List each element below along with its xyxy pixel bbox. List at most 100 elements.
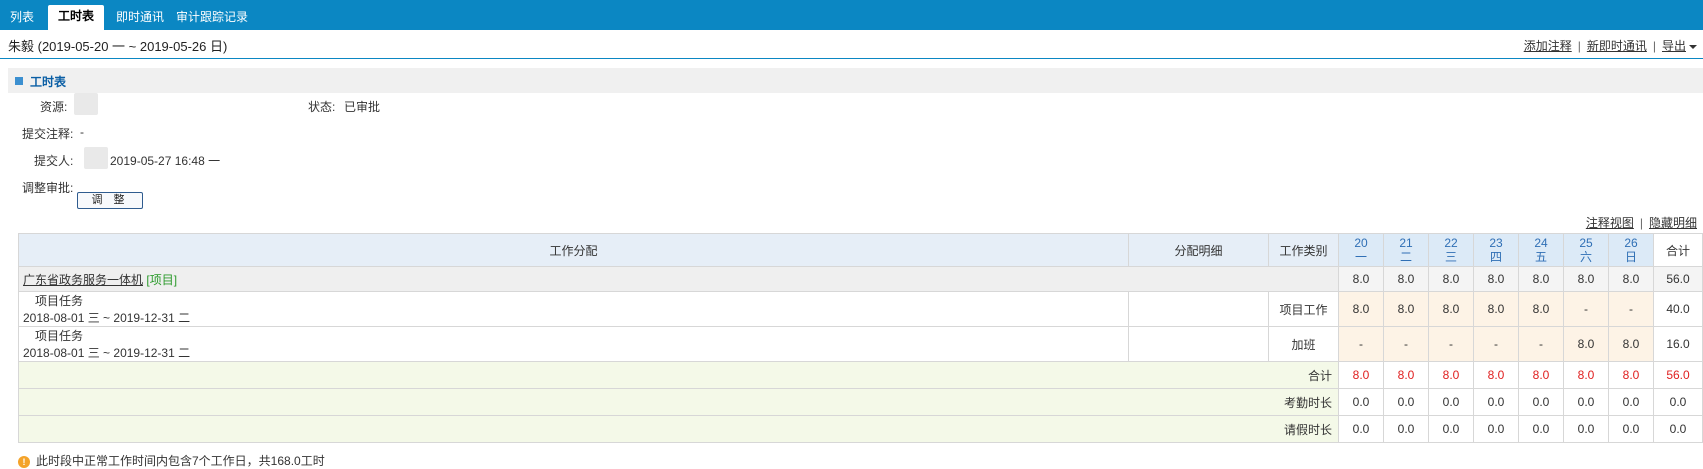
summary-day-value: 0.0 [1563, 388, 1609, 416]
adjust-button[interactable]: 调 整 [77, 192, 143, 209]
project-day-value: 8.0 [1563, 266, 1609, 292]
summary-day-value: 0.0 [1608, 388, 1654, 416]
summary-day-value: 0.0 [1338, 388, 1384, 416]
summary-total: 56.0 [1653, 361, 1703, 389]
chevron-down-icon[interactable] [1689, 44, 1697, 49]
task-total: 40.0 [1653, 291, 1703, 327]
task-detail-cell [1128, 326, 1269, 362]
day-header: 24 五 [1518, 233, 1564, 267]
work-assignment-header: 工作分配 [18, 233, 1129, 267]
task-day-value[interactable]: - [1383, 326, 1429, 362]
project-total: 56.0 [1653, 266, 1703, 292]
task-day-value[interactable]: 8.0 [1608, 326, 1654, 362]
task-date-range: 2018-08-01 三 ~ 2019-12-31 二 [23, 346, 191, 360]
summary-day-value: 0.0 [1473, 388, 1519, 416]
summary-label: 考勤时长 [18, 388, 1339, 416]
summary-day-value: 0.0 [1518, 388, 1564, 416]
total-header: 合计 [1653, 233, 1703, 267]
project-day-value: 8.0 [1518, 266, 1564, 292]
section-header: 工时表 [8, 68, 1703, 93]
task-total: 16.0 [1653, 326, 1703, 362]
summary-label: 合计 [18, 361, 1339, 389]
divider: | [1577, 39, 1581, 53]
summary-day-value: 0.0 [1383, 388, 1429, 416]
summary-day-value: 0.0 [1518, 415, 1564, 443]
day-header: 20 一 [1338, 233, 1384, 267]
note-view-link[interactable]: 注释视图 [1586, 216, 1634, 230]
hide-detail-link[interactable]: 隐藏明细 [1649, 216, 1697, 230]
task-day-value[interactable]: - [1428, 326, 1474, 362]
warning-icon: ! [18, 456, 30, 468]
submit-note-label: 提交注释: [22, 127, 74, 141]
task-day-value[interactable]: - [1608, 291, 1654, 327]
task-day-value[interactable]: 8.0 [1473, 291, 1519, 327]
submitter-avatar [84, 147, 108, 169]
summary-day-value: 0.0 [1383, 415, 1429, 443]
project-day-value: 8.0 [1383, 266, 1429, 292]
task-cell: 项目任务 2018-08-01 三 ~ 2019-12-31 二 [18, 326, 1129, 362]
tab-timesheet[interactable]: 工时表 [48, 5, 105, 30]
tab-instant-messaging[interactable]: 即时通讯 [106, 6, 174, 30]
add-note-link[interactable]: 添加注释 [1524, 39, 1572, 53]
task-day-value[interactable]: 8.0 [1338, 291, 1384, 327]
summary-day-value: 8.0 [1338, 361, 1384, 389]
project-row: 广东省政务服务一体机 [项目] 8.0 8.0 8.0 8.0 8.0 8.0 … [18, 266, 1703, 292]
summary-day-value: 8.0 [1383, 361, 1429, 389]
task-day-value[interactable]: 8.0 [1383, 291, 1429, 327]
project-tag: [项目] [146, 272, 178, 287]
summary-day-value: 0.0 [1473, 415, 1519, 443]
header-links: 添加注释 | 新即时通讯 | 导出 [1524, 37, 1697, 54]
day-header: 25 六 [1563, 233, 1609, 267]
summary-day-value: 0.0 [1338, 415, 1384, 443]
task-day-value[interactable]: - [1518, 326, 1564, 362]
task-day-value[interactable]: 8.0 [1518, 291, 1564, 327]
task-name: 项目任务 [35, 329, 84, 343]
notice-text: 此时段中正常工作时间内包含7个工作日，共168.0工时 [36, 454, 325, 468]
day-header: 21 二 [1383, 233, 1429, 267]
timesheet-grid: 工作分配 分配明细 工作类别 20 一 21 二 22 三 23 四 24 五 25 六 2… [18, 233, 1703, 443]
export-link[interactable]: 导出 [1662, 39, 1686, 53]
tab-list[interactable]: 列表 [0, 6, 44, 30]
task-row: 项目任务 2018-08-01 三 ~ 2019-12-31 二 加班 - - … [18, 326, 1703, 362]
task-day-value[interactable]: - [1338, 326, 1384, 362]
summary-row-leave: 请假时长 0.0 0.0 0.0 0.0 0.0 0.0 0.0 0.0 [18, 415, 1703, 443]
summary-day-value: 0.0 [1608, 415, 1654, 443]
task-category: 项目工作 [1268, 291, 1339, 327]
task-date-range: 2018-08-01 三 ~ 2019-12-31 二 [23, 311, 191, 325]
summary-day-value: 0.0 [1428, 415, 1474, 443]
day-header: 22 三 [1428, 233, 1474, 267]
task-name: 项目任务 [35, 294, 84, 308]
summary-row-total: 合计 8.0 8.0 8.0 8.0 8.0 8.0 8.0 56.0 [18, 361, 1703, 389]
tab-audit-trail[interactable]: 审计跟踪记录 [166, 6, 258, 30]
assignment-detail-header: 分配明细 [1128, 233, 1269, 267]
task-row: 项目任务 2018-08-01 三 ~ 2019-12-31 二 项目工作 8.… [18, 291, 1703, 327]
task-cell: 项目任务 2018-08-01 三 ~ 2019-12-31 二 [18, 291, 1129, 327]
project-day-value: 8.0 [1608, 266, 1654, 292]
task-day-value[interactable]: - [1473, 326, 1519, 362]
work-category-header: 工作类别 [1268, 233, 1339, 267]
task-day-value[interactable]: 8.0 [1563, 326, 1609, 362]
view-links: 注释视图 | 隐藏明细 [1586, 214, 1697, 231]
summary-day-value: 8.0 [1518, 361, 1564, 389]
section-square-icon [15, 77, 23, 85]
project-day-value: 8.0 [1473, 266, 1519, 292]
task-day-value[interactable]: - [1563, 291, 1609, 327]
summary-day-value: 8.0 [1473, 361, 1519, 389]
adjust-approval-label: 调整审批: [22, 181, 74, 195]
task-day-value[interactable]: 8.0 [1428, 291, 1474, 327]
status-value: 已审批 [344, 100, 381, 114]
submitter-label: 提交人: [34, 154, 74, 168]
project-day-value: 8.0 [1428, 266, 1474, 292]
submit-time: 2019-05-27 16:48 一 [110, 154, 221, 168]
grid-header-row: 工作分配 分配明细 工作类别 20 一 21 二 22 三 23 四 24 五 25 六 2… [18, 233, 1703, 267]
task-category: 加班 [1268, 326, 1339, 362]
summary-row-attendance: 考勤时长 0.0 0.0 0.0 0.0 0.0 0.0 0.0 0.0 [18, 388, 1703, 416]
project-link[interactable]: 广东省政务服务一体机 [23, 273, 143, 287]
divider: | [1639, 216, 1643, 230]
working-hours-notice: ! 此时段中正常工作时间内包含7个工作日，共168.0工时 [18, 452, 325, 469]
new-instant-message-link[interactable]: 新即时通讯 [1587, 39, 1647, 53]
summary-label: 请假时长 [18, 415, 1339, 443]
summary-total: 0.0 [1653, 415, 1703, 443]
section-title: 工时表 [30, 75, 67, 89]
day-header: 23 四 [1473, 233, 1519, 267]
